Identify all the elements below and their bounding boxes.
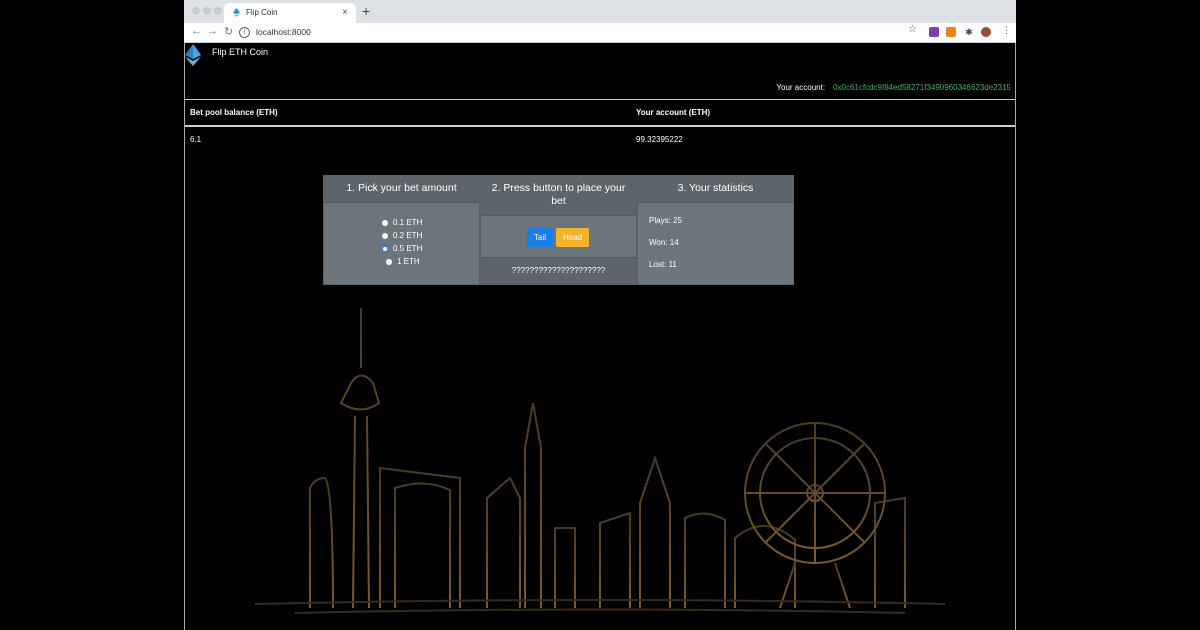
plays-stat: Plays: 25: [649, 216, 682, 225]
onenote-extension-icon[interactable]: [929, 27, 939, 37]
bet-option-0-2[interactable]: 0.2 ETH: [382, 229, 422, 242]
table-top-border: [185, 99, 1015, 100]
column-header-pool: Bet pool balance (ETH): [190, 108, 278, 117]
browser-tab[interactable]: Flip Coin ×: [224, 3, 356, 23]
bet-result-text: ?????????????????????: [481, 257, 636, 284]
close-tab-icon[interactable]: ×: [342, 7, 348, 18]
won-stat: Won: 14: [649, 238, 679, 247]
column-header-account: Your account (ETH): [636, 108, 711, 117]
ethereum-logo-icon: [185, 44, 201, 66]
bet-amount-options: 0.1 ETH 0.2 ETH 0.5 ETH 1 ETH: [382, 216, 422, 268]
bet-option-1[interactable]: 1 ETH: [386, 255, 422, 268]
tail-button[interactable]: Tail: [527, 228, 554, 247]
pick-amount-title: 1. Pick your bet amount: [324, 176, 479, 203]
puzzle-extensions-icon[interactable]: ✱: [964, 27, 974, 37]
close-window-dot[interactable]: [192, 7, 200, 15]
brand-title: Flip ETH Coin: [212, 47, 269, 57]
bet-cards: 1. Pick your bet amount 0.1 ETH 0.2 ETH …: [323, 175, 794, 285]
profile-avatar[interactable]: [981, 27, 991, 37]
las-vegas-skyline-image: [255, 308, 945, 614]
radio-button[interactable]: [382, 219, 388, 226]
bet-option-label: 0.2 ETH: [393, 231, 423, 240]
tab-title: Flip Coin: [246, 8, 278, 17]
radio-button[interactable]: [386, 258, 392, 265]
statistics-card: 3. Your statistics Plays: 25 Won: 14 Los…: [637, 175, 794, 285]
account-address: 0x0c61cfcdc9f84ed58271f3490960346623de23…: [833, 83, 1011, 92]
radio-button-selected[interactable]: [382, 245, 388, 252]
new-tab-icon[interactable]: +: [362, 3, 370, 19]
back-icon[interactable]: ←: [191, 25, 202, 37]
lost-stat: Lost: 11: [649, 260, 677, 269]
place-bet-title: 2. Press button to place your bet: [481, 176, 636, 216]
metamask-extension-icon[interactable]: [946, 27, 956, 37]
statistics-title: 3. Your statistics: [638, 176, 793, 203]
reload-icon[interactable]: ↻: [224, 25, 233, 38]
account-balance-value: 99.32395222: [636, 135, 683, 144]
account-info: Your account: 0x0c61cfcdc9f84ed58271f3490…: [776, 83, 1011, 92]
more-menu-icon[interactable]: ⋮: [1002, 25, 1011, 36]
bookmark-star-icon[interactable]: ☆: [908, 24, 917, 35]
bet-buttons: Tail Head: [527, 227, 590, 247]
bet-option-label: 0.1 ETH: [393, 218, 423, 227]
browser-window: Flip Coin × + ← → ↻ i localhost:8000 ☆ ✱ …: [184, 0, 1016, 630]
bet-option-0-1[interactable]: 0.1 ETH: [382, 216, 422, 229]
bet-option-label: 1 ETH: [397, 257, 420, 266]
url-text: localhost:8000: [256, 27, 311, 37]
table-header-border: [185, 125, 1015, 127]
head-button[interactable]: Head: [556, 228, 590, 247]
pool-balance-value: 6.1: [190, 135, 202, 144]
dapp-page: Flip ETH Coin Your account: 0x0c61cfcdc9f…: [184, 43, 1016, 630]
tab-bar: Flip Coin × +: [184, 0, 1016, 23]
radio-button[interactable]: [382, 232, 388, 239]
bet-option-0-5[interactable]: 0.5 ETH: [382, 242, 422, 255]
info-icon[interactable]: i: [239, 27, 250, 39]
ethereum-icon: [232, 8, 241, 17]
pick-amount-card: 1. Pick your bet amount 0.1 ETH 0.2 ETH …: [323, 175, 480, 285]
forward-icon[interactable]: →: [207, 25, 218, 37]
place-bet-card: 2. Press button to place your bet Tail He…: [480, 175, 637, 285]
minimize-window-dot[interactable]: [203, 7, 211, 15]
browser-toolbar: ← → ↻ i localhost:8000 ☆ ✱ ⋮: [184, 23, 1016, 43]
zoom-window-dot[interactable]: [214, 7, 222, 15]
bet-option-label: 0.5 ETH: [393, 244, 423, 253]
address-bar[interactable]: i localhost:8000: [239, 25, 899, 39]
account-label: Your account:: [776, 83, 826, 92]
